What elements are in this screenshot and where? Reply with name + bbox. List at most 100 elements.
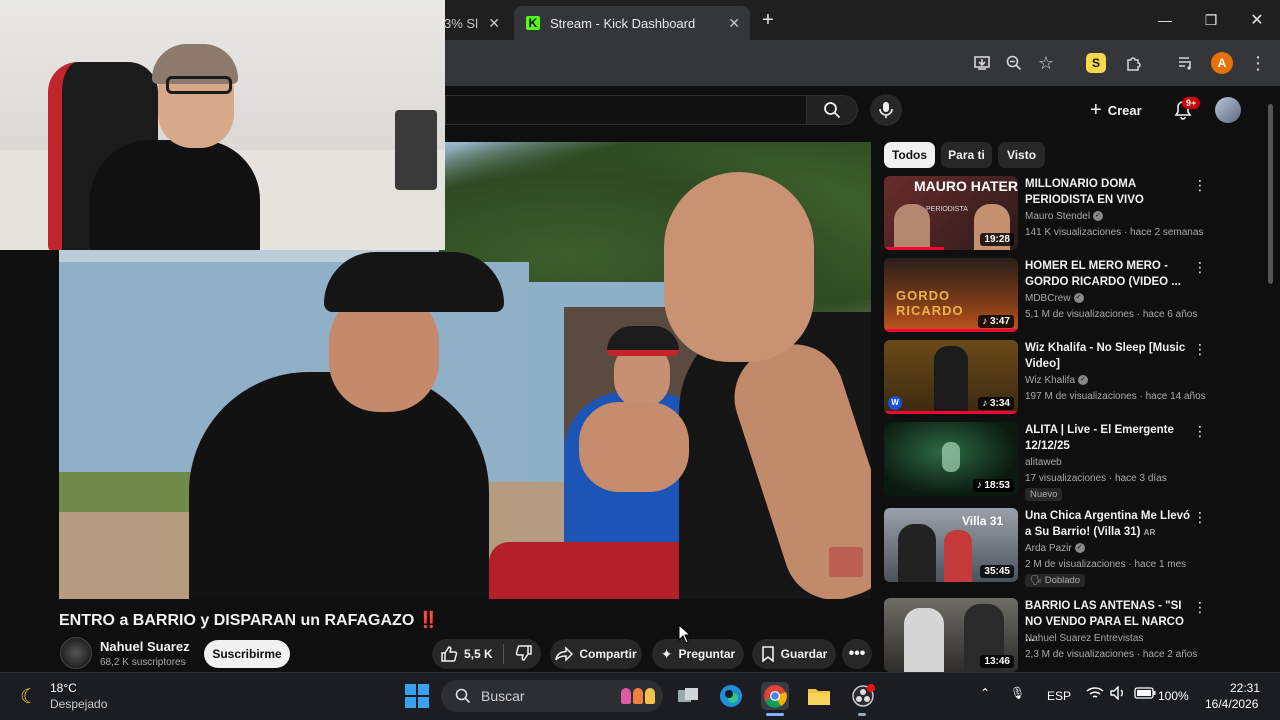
video-thumbnail[interactable]: Villa 31 35:45 bbox=[884, 508, 1018, 582]
video-thumbnail[interactable]: MAURO HATER PERIODISTA 19:28 bbox=[884, 176, 1018, 250]
notification-badge: 9+ bbox=[1182, 97, 1201, 109]
share-button[interactable]: Compartir bbox=[550, 639, 642, 669]
file-explorer-icon[interactable] bbox=[805, 682, 833, 710]
save-button[interactable]: Guardar bbox=[752, 639, 836, 669]
recommendation-title[interactable]: MILLONARIO DOMA PERIODISTA EN VIVO bbox=[1025, 176, 1195, 208]
thumbnail-subtext: PERIODISTA bbox=[926, 206, 968, 213]
obs-app-icon[interactable] bbox=[849, 682, 877, 710]
bookmark-star-icon[interactable]: ☆ bbox=[1034, 51, 1058, 75]
subscribe-button[interactable]: Suscribirme bbox=[204, 640, 290, 668]
scrollbar-thumb[interactable] bbox=[1268, 104, 1273, 284]
close-window-button[interactable]: ✕ bbox=[1234, 0, 1280, 40]
search-input[interactable] bbox=[445, 95, 807, 125]
webcam-glasses bbox=[166, 76, 232, 94]
create-button[interactable]: + Crear bbox=[1090, 97, 1142, 123]
tab-previous[interactable]: 3% Sl ✕ bbox=[440, 6, 510, 40]
chip-para-ti[interactable]: Para ti bbox=[941, 142, 992, 168]
country-tag: AR bbox=[1143, 528, 1156, 537]
recommendation-title[interactable]: ALITA | Live - El Emergente 12/12/25 bbox=[1025, 422, 1195, 454]
verified-check-icon: ✓ bbox=[1073, 293, 1084, 304]
like-button[interactable]: 5,5 K bbox=[440, 645, 493, 663]
weather-temperature[interactable]: 18°C bbox=[50, 681, 77, 695]
restore-button[interactable]: ❐ bbox=[1188, 0, 1234, 40]
language-indicator[interactable]: ESP bbox=[1047, 689, 1071, 703]
video-thumbnail[interactable]: W ♪ 3:34 bbox=[884, 340, 1018, 414]
new-tab-button[interactable]: + bbox=[752, 0, 784, 40]
extension-s-icon[interactable]: S bbox=[1084, 51, 1108, 75]
close-icon[interactable]: ✕ bbox=[488, 15, 500, 32]
more-vertical-icon[interactable]: ⋮ bbox=[1193, 342, 1207, 356]
volume-icon[interactable] bbox=[1110, 685, 1126, 703]
more-vertical-icon[interactable]: ⋮ bbox=[1193, 510, 1207, 524]
mouse-cursor bbox=[678, 623, 692, 649]
more-vertical-icon[interactable]: ⋮ bbox=[1193, 600, 1207, 614]
more-actions-button[interactable]: ••• bbox=[842, 639, 872, 669]
media-control-icon[interactable] bbox=[1174, 51, 1198, 75]
task-view-icon[interactable] bbox=[674, 682, 702, 710]
chrome-browser-icon[interactable] bbox=[761, 682, 789, 710]
close-icon[interactable]: ✕ bbox=[728, 15, 740, 32]
moon-weather-icon[interactable]: ☾ bbox=[20, 684, 38, 709]
thumbnail-text: MAURO HATER bbox=[914, 178, 1018, 194]
dislike-button[interactable] bbox=[515, 644, 533, 665]
recommendation-title[interactable]: Wiz Khalifa - No Sleep [Music Video] bbox=[1025, 340, 1195, 372]
more-vertical-icon[interactable]: ⋮ bbox=[1193, 178, 1207, 192]
zoom-icon[interactable] bbox=[1002, 51, 1026, 75]
clock-date[interactable]: 16/4/2026 bbox=[1205, 697, 1258, 711]
channel-avatar[interactable] bbox=[60, 637, 92, 669]
chip-visto[interactable]: Visto bbox=[998, 142, 1045, 168]
video-thumbnail[interactable]: 13:46 bbox=[884, 598, 1018, 672]
search-button[interactable] bbox=[806, 95, 858, 125]
voice-search-button[interactable] bbox=[870, 94, 902, 126]
edge-browser-icon[interactable] bbox=[717, 682, 745, 710]
video-thumbnail[interactable]: GORDO RICARDO ♪ 3:47 bbox=[884, 258, 1018, 332]
recommendation-channel[interactable]: Mauro Stendel ✓ bbox=[1025, 211, 1104, 222]
channel-name[interactable]: Nahuel Suarez bbox=[100, 639, 190, 654]
battery-icon[interactable] bbox=[1134, 687, 1156, 702]
video-frame-person bbox=[189, 372, 489, 599]
profile-avatar[interactable]: A bbox=[1210, 51, 1234, 75]
chevron-up-icon[interactable]: ⌃ bbox=[980, 686, 990, 700]
recommendation-title[interactable]: HOMER EL MERO MERO - GORDO RICARDO (VIDE… bbox=[1025, 258, 1195, 290]
windows-start-icon[interactable] bbox=[405, 684, 429, 708]
weather-condition[interactable]: Despejado bbox=[50, 697, 107, 711]
video-frame-hand bbox=[579, 402, 689, 492]
thumbnail-person bbox=[934, 346, 968, 412]
taskbar-search[interactable]: Buscar bbox=[441, 680, 663, 712]
list-item[interactable]: 13:46 BARRIO LAS ANTENAS - "SI NO VENDO … bbox=[884, 598, 1244, 672]
microphone-tray-icon[interactable]: 🎙 bbox=[1010, 686, 1025, 700]
tab-label: Stream - Kick Dashboard bbox=[550, 15, 696, 31]
divider bbox=[503, 644, 505, 664]
ask-button[interactable]: ✦ Preguntar bbox=[652, 639, 744, 669]
browser-menu-icon[interactable]: ⋮ bbox=[1246, 51, 1270, 75]
minimize-button[interactable]: — bbox=[1142, 0, 1188, 40]
list-item[interactable]: W ♪ 3:34 Wiz Khalifa - No Sleep [Music V… bbox=[884, 340, 1244, 420]
video-title: ENTRO a BARRIO y DISPARAN un RAFAGAZO ‼️ bbox=[59, 612, 439, 629]
tab-kick-dashboard[interactable]: K Stream - Kick Dashboard ✕ bbox=[514, 6, 750, 40]
video-thumbnail[interactable]: ♪ 18:53 bbox=[884, 422, 1018, 496]
battery-percentage[interactable]: 100% bbox=[1158, 689, 1189, 703]
watch-progress-bar bbox=[884, 411, 1018, 414]
recommendation-channel[interactable]: Wiz Khalifa ✓ bbox=[1025, 375, 1089, 386]
list-item[interactable]: ♪ 18:53 ALITA | Live - El Emergente 12/1… bbox=[884, 422, 1244, 502]
recommendation-channel[interactable]: Nahuel Suarez Entrevistas bbox=[1025, 633, 1143, 644]
recommendation-channel[interactable]: Arda Pazir ✓ bbox=[1025, 543, 1085, 554]
recommendation-channel[interactable]: MDBCrew ✓ bbox=[1025, 293, 1084, 304]
clock-time[interactable]: 22:31 bbox=[1230, 681, 1260, 695]
list-item[interactable]: MAURO HATER PERIODISTA 19:28 MILLONARIO … bbox=[884, 176, 1244, 256]
more-vertical-icon[interactable]: ⋮ bbox=[1193, 260, 1207, 274]
thumbnail-person bbox=[898, 524, 936, 582]
recommendation-channel[interactable]: alitaweb bbox=[1025, 457, 1062, 468]
install-app-icon[interactable] bbox=[970, 51, 994, 75]
extensions-puzzle-icon[interactable] bbox=[1122, 51, 1146, 75]
wifi-icon[interactable] bbox=[1086, 686, 1104, 703]
list-item[interactable]: Villa 31 35:45 Una Chica Argentina Me Ll… bbox=[884, 508, 1244, 588]
thumbs-down-icon bbox=[515, 644, 532, 661]
recommendation-title[interactable]: Una Chica Argentina Me Llevó a Su Barrio… bbox=[1025, 508, 1195, 541]
more-vertical-icon[interactable]: ⋮ bbox=[1193, 424, 1207, 438]
chip-todos[interactable]: Todos bbox=[884, 142, 935, 168]
list-item[interactable]: GORDO RICARDO ♪ 3:47 HOMER EL MERO MERO … bbox=[884, 258, 1244, 338]
duration-badge: 13:46 bbox=[980, 655, 1014, 668]
channel-watermark bbox=[829, 547, 863, 577]
youtube-account-avatar[interactable] bbox=[1215, 97, 1241, 123]
